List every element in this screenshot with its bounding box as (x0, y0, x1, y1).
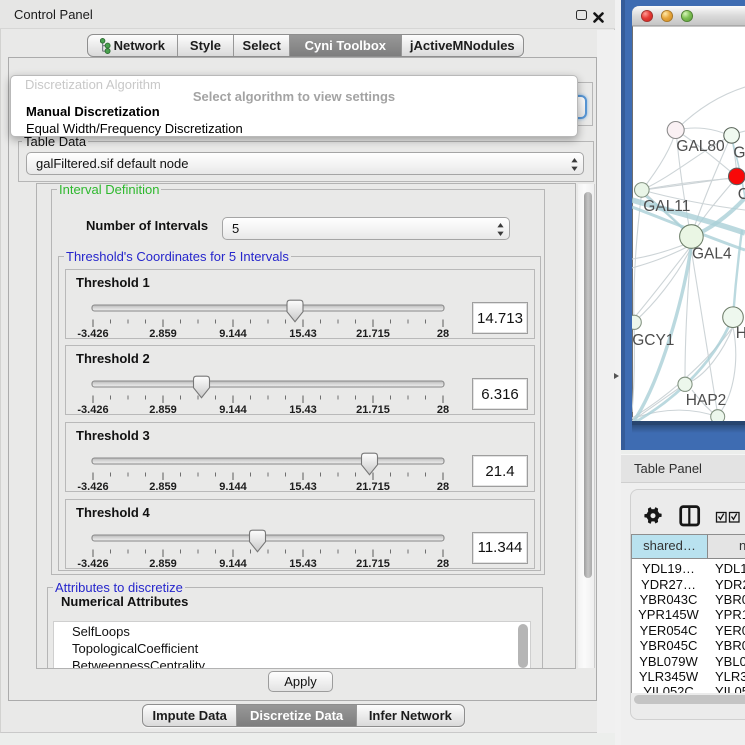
svg-text:-3.426: -3.426 (77, 404, 108, 416)
svg-text:15.43: 15.43 (289, 481, 317, 493)
svg-text:9.144: 9.144 (219, 404, 247, 416)
svg-text:2.859: 2.859 (149, 328, 177, 340)
svg-text:28: 28 (437, 481, 449, 493)
svg-text:-3.426: -3.426 (77, 481, 108, 493)
svg-text:2.859: 2.859 (149, 404, 177, 416)
svg-text:2.859: 2.859 (149, 558, 177, 570)
svg-text:21.715: 21.715 (356, 328, 390, 340)
svg-text:-3.426: -3.426 (77, 328, 108, 340)
svg-text:28: 28 (437, 404, 449, 416)
svg-text:15.43: 15.43 (289, 404, 317, 416)
svg-text:21.715: 21.715 (356, 558, 390, 570)
svg-text:-3.426: -3.426 (77, 558, 108, 570)
svg-text:9.144: 9.144 (219, 481, 247, 493)
svg-text:21.715: 21.715 (356, 481, 390, 493)
svg-text:2.859: 2.859 (149, 481, 177, 493)
svg-text:9.144: 9.144 (219, 328, 247, 340)
svg-text:15.43: 15.43 (289, 328, 317, 340)
svg-text:9.144: 9.144 (219, 558, 247, 570)
svg-text:28: 28 (437, 328, 449, 340)
svg-text:28: 28 (437, 558, 449, 570)
svg-text:15.43: 15.43 (289, 558, 317, 570)
svg-text:21.715: 21.715 (356, 404, 390, 416)
